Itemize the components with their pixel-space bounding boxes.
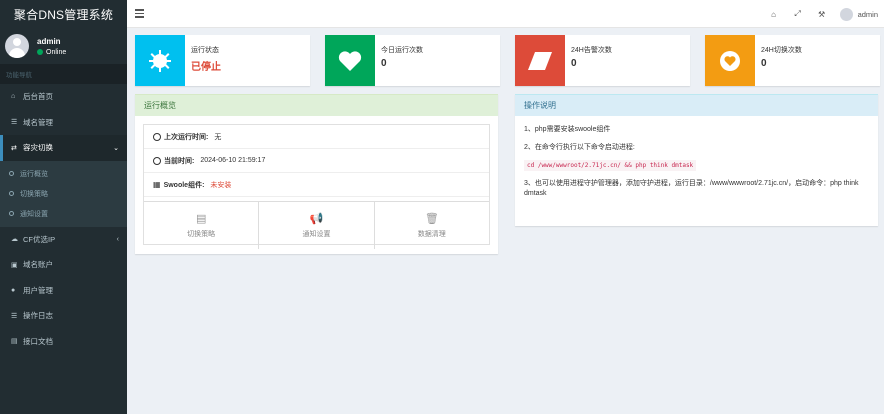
infobox-value: 0 — [761, 58, 767, 69]
sidebar-item-users[interactable]: ● 用户管理 — [0, 278, 127, 304]
list-icon: ☰ — [11, 312, 18, 320]
current-time-row: 当前时间: 2024-06-10 21:59:17 — [144, 149, 489, 173]
user-status: Online — [37, 49, 66, 56]
swoole-value: 未安装 — [210, 181, 232, 189]
command-code[interactable]: cd /www/wwwroot/2.71jc.cn/ && php think … — [524, 160, 697, 171]
infobox-value: 0 — [571, 58, 577, 69]
overview-panel: 运行概览 上次运行时间: 无 当前时间: 2024-06-10 21:59:17… — [135, 94, 498, 254]
current-time-value: 2024-06-10 21:59:17 — [200, 157, 266, 164]
trash-icon: 🗑 — [424, 213, 439, 225]
home-icon: ⌂ — [11, 93, 16, 101]
grid-icon: ▦ — [153, 180, 161, 189]
user-icon: ● — [11, 286, 16, 294]
sidebar-item-cf-ip[interactable]: ☁ CF优选IP ‹ — [0, 227, 127, 253]
infobox-value: 已停止 — [191, 62, 221, 73]
last-run-value: 无 — [214, 133, 222, 141]
notify-settings-button[interactable]: 📢 通知设置 — [259, 202, 375, 249]
list-alt-icon: ▤ — [195, 213, 207, 225]
top-navbar: ⌂ ⤢ ⚒ admin — [127, 0, 884, 28]
infobox-today-runs: 今日运行次数 0 — [325, 35, 500, 86]
circle-icon — [9, 171, 14, 176]
menu-toggle-icon[interactable] — [135, 9, 144, 20]
nav-header: 功能导航 — [0, 64, 127, 84]
top-user-name[interactable]: admin — [858, 10, 878, 19]
infobox-label: 24H告警次数 — [571, 47, 612, 54]
overview-title: 运行概览 — [135, 95, 498, 116]
sidebar-item-domains[interactable]: ☰ 域名管理 — [0, 110, 127, 136]
overview-list: 上次运行时间: 无 当前时间: 2024-06-10 21:59:17 ▦ Sw… — [143, 124, 490, 249]
cloud-icon: ☁ — [11, 236, 18, 244]
instruction-step-3: 3、也可以使用进程守护管理器，添加守护进程，运行目录：/www/wwwroot/… — [524, 179, 859, 198]
lock-icon: ▣ — [11, 261, 18, 269]
clock-icon — [153, 156, 161, 165]
user-name: admin — [37, 36, 61, 46]
avatar — [5, 34, 29, 58]
book-icon: ▤ — [11, 338, 18, 346]
switch-policy-button[interactable]: ▤ 切换策略 — [144, 202, 260, 249]
sidebar-subitem-notify[interactable]: 通知设置 — [0, 204, 127, 224]
infobox-label: 24H切换次数 — [761, 47, 802, 54]
clock-icon — [153, 132, 161, 141]
circle-icon — [9, 191, 14, 196]
gear-icon — [135, 35, 185, 86]
sidebar-item-api-docs[interactable]: ▤ 接口文档 — [0, 329, 127, 355]
eraser-icon — [515, 35, 565, 86]
infobox-24h-alerts: 24H告警次数 0 — [515, 35, 690, 86]
sidebar: 聚合DNS管理系统 admin Online 功能导航 ⌂ 后台首页 ☰ 域名管理 … — [0, 0, 127, 414]
swoole-row: ▦ Swoole组件: 未安装 — [144, 173, 489, 197]
list-icon: ☰ — [11, 119, 18, 127]
avatar[interactable] — [839, 7, 853, 21]
online-dot-icon — [37, 49, 43, 55]
app-logo[interactable]: 聚合DNS管理系统 — [0, 0, 127, 28]
failover-submenu: 运行概览 切换策略 通知设置 — [0, 160, 127, 227]
expand-icon[interactable]: ⤢ — [786, 9, 810, 19]
infobox-value: 0 — [381, 58, 387, 69]
sidebar-item-failover[interactable]: ⇄ 容灾切换 ⌄ — [0, 135, 127, 161]
instruction-step-2: 2、在命令行执行以下命令启动进程: — [524, 143, 635, 151]
data-cleanup-button[interactable]: 🗑 数据清理 — [375, 202, 489, 249]
wrench-icon[interactable]: ⚒ — [810, 10, 834, 19]
infobox-label: 今日运行次数 — [381, 47, 423, 54]
circle-icon — [9, 211, 14, 216]
sidebar-item-logs[interactable]: ☰ 操作日志 — [0, 303, 127, 329]
sidebar-item-home[interactable]: ⌂ 后台首页 — [0, 84, 127, 110]
chevron-left-icon: ‹ — [116, 235, 119, 243]
infobox-label: 运行状态 — [191, 47, 219, 54]
instruction-step-1: 1、php需要安装swoole组件 — [524, 126, 611, 133]
heart-icon — [325, 35, 375, 86]
infobox-24h-switches: 24H切换次数 0 — [705, 35, 880, 86]
instructions-panel: 操作说明 1、php需要安装swoole组件 2、在命令行执行以下命令启动进程:… — [515, 94, 878, 226]
bullhorn-icon: 📢 — [309, 213, 324, 225]
user-panel: admin Online — [0, 28, 127, 64]
instructions-title: 操作说明 — [515, 95, 878, 116]
infobox-run-status: 运行状态 已停止 — [135, 35, 310, 86]
last-run-row: 上次运行时间: 无 — [144, 125, 489, 149]
home-icon[interactable]: ⌂ — [762, 10, 786, 19]
switch-icon: ⇄ — [11, 144, 17, 152]
chevron-down-icon: ⌄ — [113, 144, 119, 152]
sidebar-item-accounts[interactable]: ▣ 域名账户 — [0, 252, 127, 278]
overview-actions: ▤ 切换策略 📢 通知设置 🗑 数据清理 — [144, 201, 489, 249]
heart-circle-icon — [705, 35, 755, 86]
sidebar-subitem-policy[interactable]: 切换策略 — [0, 184, 127, 204]
sidebar-subitem-overview[interactable]: 运行概览 — [0, 164, 127, 184]
